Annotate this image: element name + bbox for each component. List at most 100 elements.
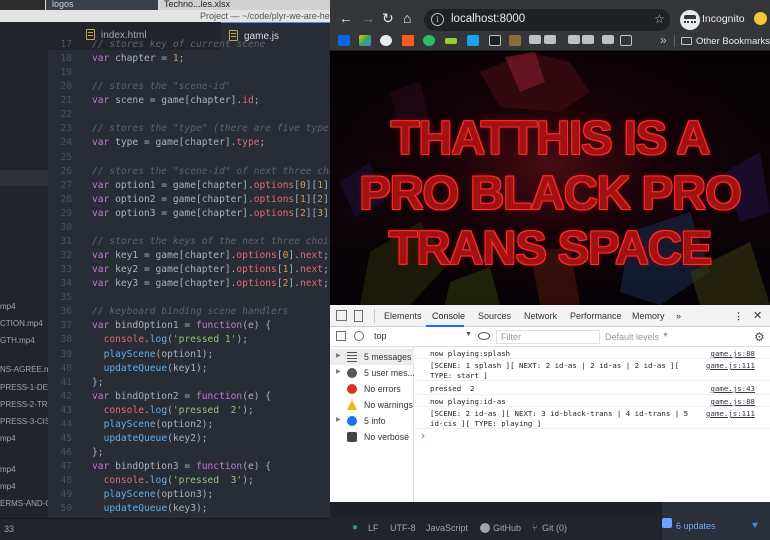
page-viewport[interactable]: THATTHIS IS A PRO BLACK PRO TRANS SPACE xyxy=(330,52,770,305)
device-toggle-icon[interactable] xyxy=(354,310,363,322)
code-line[interactable]: 25 xyxy=(48,151,330,165)
bookmark-star-icon[interactable]: ☆ xyxy=(654,12,665,26)
file-tree-item[interactable]: mp4 xyxy=(0,482,48,491)
git-button[interactable]: Git (0) xyxy=(542,523,567,533)
address-bar[interactable]: i localhost:8000 xyxy=(424,9,670,31)
gear-icon[interactable]: ⚙ xyxy=(754,330,765,344)
code-line[interactable]: 22 xyxy=(48,108,330,122)
back-arrow-icon[interactable]: ← xyxy=(339,11,353,25)
log-levels-dropdown[interactable]: Default levels xyxy=(605,332,659,342)
encoding-button[interactable]: UTF-8 xyxy=(390,523,416,533)
inspect-element-icon[interactable] xyxy=(336,310,347,321)
file-tree-item[interactable]: PRESS-3-CIS xyxy=(0,417,48,426)
code-line[interactable]: 19 xyxy=(48,66,330,80)
bookmark-site-icon[interactable] xyxy=(509,35,521,46)
bookmark-evernote-icon[interactable] xyxy=(423,35,435,46)
home-icon[interactable]: ⌂ xyxy=(403,11,411,25)
expand-arrow-icon[interactable]: ▶ xyxy=(336,368,341,375)
bookmark-folder-icon[interactable] xyxy=(568,35,580,44)
bookmark-folder-icon[interactable] xyxy=(602,35,614,44)
tab-elements[interactable]: Elements xyxy=(384,311,422,321)
code-line[interactable]: 28 var option2 = game[chapter].options[1]… xyxy=(48,193,330,207)
code-line[interactable]: 20 // stores the "scene-id" xyxy=(48,80,330,94)
file-tree-item[interactable]: PRESS-2-TR xyxy=(0,400,48,409)
sidebar-item-user-messages[interactable]: ▶ 5 user mes... xyxy=(330,365,415,381)
console-prompt-input[interactable]: › xyxy=(420,431,426,442)
other-bookmarks-button[interactable]: Other Bookmarks xyxy=(681,36,770,47)
code-line[interactable]: 45 updateQueue(key2); xyxy=(48,432,330,446)
bookmark-folder-icon[interactable] xyxy=(582,35,594,44)
bookmark-drive-icon[interactable] xyxy=(359,35,371,46)
code-line[interactable]: 47 var bindOption3 = function(e) { xyxy=(48,460,330,474)
code-line[interactable]: 37 var bindOption1 = function(e) { xyxy=(48,319,330,333)
code-line[interactable]: 43 console.log('pressed 2'); xyxy=(48,404,330,418)
bookmark-trello-icon[interactable] xyxy=(338,35,350,46)
code-line[interactable]: 30 xyxy=(48,221,330,235)
file-tree-item[interactable]: mp4 xyxy=(0,434,48,443)
browser-menu-icon[interactable] xyxy=(754,12,767,25)
sidebar-toggle-icon[interactable] xyxy=(336,331,346,341)
file-tree-item[interactable]: ERMS-AND-C xyxy=(0,499,48,508)
tab-console[interactable]: Console xyxy=(432,311,465,321)
tab-performance[interactable]: Performance xyxy=(570,311,622,321)
code-line[interactable]: 48 console.log('pressed 3'); xyxy=(48,474,330,488)
tab-sources[interactable]: Sources xyxy=(478,311,511,321)
code-line[interactable]: 34 var key3 = game[chapter].options[2].ne… xyxy=(48,277,330,291)
sidebar-item-errors[interactable]: No errors xyxy=(330,381,414,397)
site-info-icon[interactable]: i xyxy=(431,13,444,26)
more-tabs-icon[interactable]: » xyxy=(676,311,681,321)
bookmark-grid-icon[interactable] xyxy=(620,35,632,46)
code-line[interactable]: 49 playScene(option3); xyxy=(48,488,330,502)
code-line[interactable]: 26 // stores the "scene-id" of next three… xyxy=(48,165,330,179)
code-editor[interactable]: 17 // stores key of current scene 18 var ch… xyxy=(48,38,330,528)
code-line[interactable]: 39 playScene(option1); xyxy=(48,348,330,362)
sidebar-item-verbose[interactable]: No verbose xyxy=(330,429,414,445)
file-tree-item[interactable]: GTH.mp4 xyxy=(0,336,48,345)
github-button[interactable]: GitHub xyxy=(493,523,521,533)
incognito-icon[interactable] xyxy=(680,10,700,30)
bookmark-folder-icon[interactable] xyxy=(544,35,556,44)
bookmarks-overflow-icon[interactable]: » xyxy=(660,33,667,47)
code-line[interactable]: 44 playScene(option2); xyxy=(48,418,330,432)
bookmark-site-icon[interactable] xyxy=(380,35,392,46)
console-filter-input[interactable]: Filter xyxy=(496,330,600,344)
context-selector[interactable]: top xyxy=(374,331,474,344)
code-line[interactable]: 36 // keyboard binding scene handlers xyxy=(48,305,330,319)
code-line[interactable]: 31 // stores the keys of the next three c… xyxy=(48,235,330,249)
bookmark-site-icon[interactable] xyxy=(445,38,457,44)
console-source-link[interactable]: game.js:111 xyxy=(706,361,755,371)
grammar-button[interactable]: JavaScript xyxy=(426,523,468,533)
tab-network[interactable]: Network xyxy=(524,311,557,321)
console-source-link[interactable]: game.js:88 xyxy=(711,349,756,359)
forward-arrow-icon[interactable]: → xyxy=(361,11,375,25)
code-line[interactable]: 50 updateQueue(key3); xyxy=(48,502,330,516)
bookmark-site-icon[interactable] xyxy=(489,35,501,46)
code-line[interactable]: 17 // stores key of current scene xyxy=(48,38,330,52)
sidebar-item-warnings[interactable]: No warnings xyxy=(330,397,414,413)
console-source-link[interactable]: game.js:111 xyxy=(706,409,755,419)
bookmark-folder-icon[interactable] xyxy=(529,35,541,44)
desktop-file-logos[interactable]: logos xyxy=(46,0,158,10)
code-line[interactable]: 21 var scene = game[chapter].id; xyxy=(48,94,330,108)
file-tree-item[interactable]: mp4 xyxy=(0,465,48,474)
code-line[interactable]: 27 var option1 = game[chapter].options[0]… xyxy=(48,179,330,193)
expand-arrow-icon[interactable]: ▶ xyxy=(336,416,341,423)
console-source-link[interactable]: game.js:88 xyxy=(711,397,756,407)
code-line[interactable]: 38 console.log('pressed 1'); xyxy=(48,333,330,347)
code-line[interactable]: 32 var key1 = game[chapter].options[0].ne… xyxy=(48,249,330,263)
code-line[interactable]: 35 xyxy=(48,291,330,305)
code-line[interactable]: 40 updateQueue(key1); xyxy=(48,362,330,376)
eye-icon[interactable] xyxy=(478,332,490,340)
code-line[interactable]: 29 var option3 = game[chapter].options[2]… xyxy=(48,207,330,221)
desktop-file-spreadsheet[interactable]: Techno...les.xlsx xyxy=(160,0,330,10)
code-line[interactable]: 46}; xyxy=(48,446,330,460)
sidebar-item-messages[interactable]: ▶ 5 messages xyxy=(330,349,414,365)
file-tree-item[interactable]: CTION.mp4 xyxy=(0,319,48,328)
console-source-link[interactable]: game.js:43 xyxy=(711,384,756,394)
expand-arrow-icon[interactable]: ▶ xyxy=(336,352,341,359)
code-line[interactable]: 33 var key2 = game[chapter].options[1].ne… xyxy=(48,263,330,277)
file-tree-item[interactable]: PRESS-1-DEA xyxy=(0,383,48,392)
code-line[interactable]: 41}; xyxy=(48,376,330,390)
devtools-menu-icon[interactable]: ⋮ xyxy=(734,311,743,322)
code-line[interactable]: 18 var chapter = 1; xyxy=(48,52,330,66)
